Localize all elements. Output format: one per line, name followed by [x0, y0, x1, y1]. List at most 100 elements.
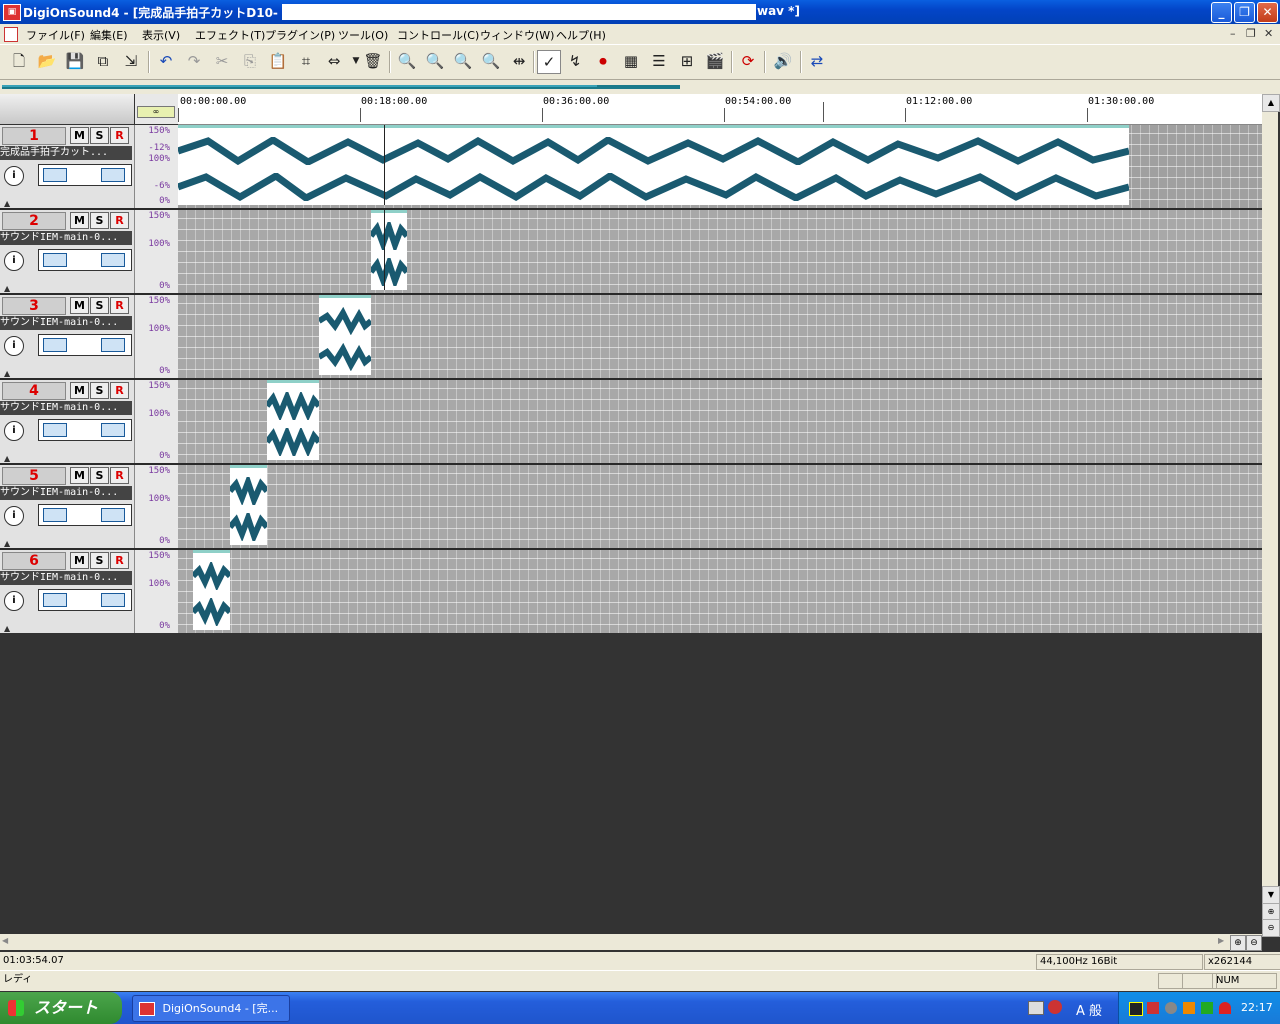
solo-button[interactable]: S	[90, 297, 109, 314]
vertical-scrollbar[interactable]: ▲ ▼ ⊕ ⊖	[1262, 94, 1280, 937]
horizontal-scrollbar[interactable]: ◀ ▶	[0, 934, 1262, 950]
loop-icon[interactable]: ⟳	[737, 50, 759, 72]
empty-track-area[interactable]	[0, 633, 1262, 934]
zoom-out-horizontal-icon[interactable]: ⊖	[1246, 935, 1262, 951]
zoom-fit-icon[interactable]: 🔍	[424, 50, 446, 72]
time-ruler[interactable]: 00:00:00.00 00:18:00.00 00:36:00.00 00:5…	[178, 94, 1262, 125]
playhead-marker[interactable]	[823, 102, 824, 122]
document-icon[interactable]	[4, 27, 18, 42]
cut-icon[interactable]: ✂	[211, 50, 233, 72]
export-icon[interactable]: ⇲	[120, 50, 142, 72]
info-icon[interactable]: i	[4, 591, 24, 611]
tray-security-icon[interactable]	[1219, 1002, 1231, 1014]
track-number[interactable]: 2	[2, 212, 66, 230]
mixer-icon[interactable]: ▦	[620, 50, 642, 72]
menu-effect[interactable]: エフェクト(T)	[195, 27, 265, 43]
track-number[interactable]: 3	[2, 297, 66, 315]
track-resize-icon[interactable]: ▲	[4, 454, 10, 463]
mute-button[interactable]: M	[70, 382, 89, 399]
audio-clip[interactable]	[319, 295, 371, 375]
undo-icon[interactable]: ↶	[155, 50, 177, 72]
envelope-icon[interactable]: ✓	[537, 50, 561, 74]
mute-button[interactable]: M	[70, 212, 89, 229]
mute-button[interactable]: M	[70, 127, 89, 144]
start-button[interactable]: スタート	[0, 992, 122, 1024]
redo-icon[interactable]: ↷	[183, 50, 205, 72]
tray-update-icon[interactable]	[1201, 1002, 1213, 1014]
mdi-restore-button[interactable]: ❐	[1246, 27, 1256, 40]
track-name[interactable]: サウンドIEM-main-0...	[0, 231, 132, 245]
audio-clip[interactable]	[267, 380, 319, 460]
open-folder-icon[interactable]: 📂	[36, 50, 58, 72]
ime-pad-icon[interactable]	[1048, 1000, 1062, 1014]
solo-button[interactable]: S	[90, 552, 109, 569]
expand-icon[interactable]: ⇔	[323, 50, 345, 72]
info-icon[interactable]: i	[4, 166, 24, 186]
clock[interactable]: 22:17	[1241, 1001, 1273, 1014]
track-lane[interactable]	[178, 465, 1262, 550]
mdi-minimize-button[interactable]: –	[1230, 27, 1236, 40]
track-mixer-button[interactable]	[38, 164, 132, 186]
zoom-out-icon[interactable]: 🔍	[452, 50, 474, 72]
track-list-icon[interactable]: ☰	[648, 50, 670, 72]
track-number[interactable]: 1	[2, 127, 66, 145]
track-mixer-button[interactable]	[38, 334, 132, 356]
mute-button[interactable]: M	[70, 467, 89, 484]
track-resize-icon[interactable]: ▲	[4, 539, 10, 548]
track-resize-icon[interactable]: ▲	[4, 369, 10, 378]
zoom-in-icon[interactable]: 🔍	[396, 50, 418, 72]
app-icon[interactable]: ▣	[3, 4, 21, 21]
menu-plugin[interactable]: プラグイン(P)	[265, 27, 335, 43]
mute-button[interactable]: M	[70, 552, 89, 569]
menu-window[interactable]: ウィンドウ(W)	[480, 27, 554, 43]
tray-network-icon[interactable]	[1147, 1002, 1159, 1014]
track-mixer-button[interactable]	[38, 504, 132, 526]
new-file-icon[interactable]: 🗋	[8, 50, 30, 72]
record-button[interactable]: R	[110, 212, 129, 229]
close-button[interactable]: ✕	[1257, 2, 1278, 23]
record-button[interactable]: R	[110, 297, 129, 314]
paste-icon[interactable]: 📋	[267, 50, 289, 72]
menu-edit[interactable]: 編集(E)	[90, 27, 128, 43]
track-number[interactable]: 6	[2, 552, 66, 570]
crop-icon[interactable]: ⌗	[295, 50, 317, 72]
track-number[interactable]: 4	[2, 382, 66, 400]
info-icon[interactable]: i	[4, 251, 24, 271]
solo-button[interactable]: S	[90, 127, 109, 144]
clip-header[interactable]	[193, 550, 230, 553]
clip-header[interactable]	[230, 465, 267, 468]
ime-mode[interactable]: A 般	[1076, 1000, 1102, 1019]
track-lane[interactable]	[178, 380, 1262, 465]
link-button[interactable]: ∞	[135, 94, 178, 124]
mdi-close-button[interactable]: ✕	[1264, 27, 1273, 40]
track-mixer-button[interactable]	[38, 419, 132, 441]
info-icon[interactable]: i	[4, 421, 24, 441]
track-resize-icon[interactable]: ▲	[4, 199, 10, 208]
track-lane[interactable]	[178, 210, 1262, 295]
scroll-right-arrow-icon[interactable]: ▶	[1218, 936, 1224, 945]
track-lane[interactable]	[178, 295, 1262, 380]
clapper-icon[interactable]: 🎬	[704, 50, 726, 72]
track-mixer-button[interactable]	[38, 249, 132, 271]
tray-app-icon[interactable]	[1129, 1002, 1143, 1016]
maximize-button[interactable]: ❐	[1234, 2, 1255, 23]
speaker-icon[interactable]: 🔊	[772, 50, 794, 72]
menu-control[interactable]: コントロール(C)	[397, 27, 479, 43]
track-lane[interactable]	[178, 125, 1262, 210]
taskbar-item[interactable]: DigiOnSound4 - [完...	[132, 995, 290, 1022]
track-name[interactable]: 完成品手拍子カット...	[0, 146, 132, 160]
record-button[interactable]: R	[110, 127, 129, 144]
track-mixer-button[interactable]	[38, 589, 132, 611]
clip-header[interactable]	[319, 295, 371, 298]
track-name[interactable]: サウンドIEM-main-0...	[0, 401, 132, 415]
minimize-button[interactable]: _	[1211, 2, 1232, 23]
track-lane[interactable]	[178, 550, 1262, 635]
copy-icon[interactable]: ⎘	[239, 50, 261, 72]
menu-tools[interactable]: ツール(O)	[338, 27, 388, 43]
track-number[interactable]: 5	[2, 467, 66, 485]
zoom-selection-icon[interactable]: 🔍	[480, 50, 502, 72]
mute-button[interactable]: M	[70, 297, 89, 314]
tray-shield-icon[interactable]	[1165, 1002, 1177, 1014]
delete-icon[interactable]: 🗑	[362, 50, 384, 72]
audio-clip[interactable]	[371, 210, 407, 290]
